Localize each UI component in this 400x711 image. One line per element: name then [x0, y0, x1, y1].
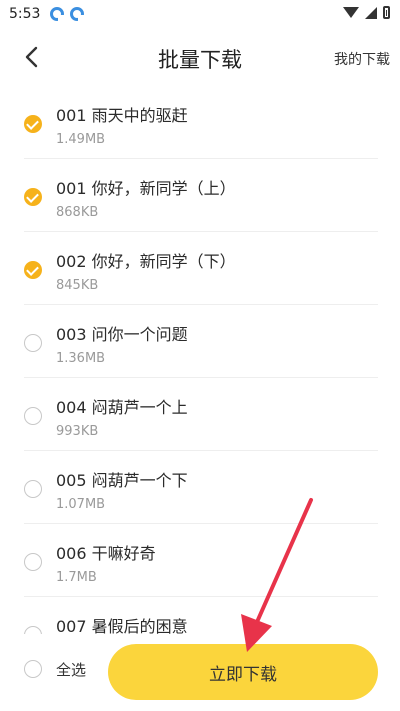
status-icons [343, 6, 390, 19]
unchecked-circle-icon[interactable] [24, 553, 42, 571]
list-item[interactable]: 002 你好，新同学（下） 845KB [24, 232, 378, 305]
unchecked-circle-icon[interactable] [24, 480, 42, 498]
episode-size: 1.36MB [56, 351, 106, 366]
episode-list[interactable]: 001 雨天中的驱赶 1.49MB 001 你好，新同学（上） 868KB 00… [0, 86, 400, 634]
episode-size: 845KB [56, 278, 99, 293]
list-item[interactable]: 003 问你一个问题 1.36MB [24, 305, 378, 378]
list-item[interactable]: 001 雨天中的驱赶 1.49MB [24, 86, 378, 159]
list-item[interactable]: 007 暑假后的困意 [24, 597, 378, 634]
bottom-action-bar: 全选 立即下载 [0, 634, 400, 711]
checked-circle-icon[interactable] [24, 115, 42, 133]
wifi-icon [343, 7, 359, 18]
select-all-checkbox[interactable] [24, 660, 42, 678]
list-item[interactable]: 005 闷葫芦一个下 1.07MB [24, 451, 378, 524]
episode-size: 1.07MB [56, 497, 106, 512]
my-downloads-link[interactable]: 我的下载 [334, 49, 390, 69]
unchecked-circle-icon[interactable] [24, 334, 42, 352]
download-now-button[interactable]: 立即下载 [108, 644, 378, 700]
signal-icon [365, 6, 377, 19]
episode-title: 003 问你一个问题 [56, 325, 188, 344]
episode-title: 005 闷葫芦一个下 [56, 471, 188, 490]
episode-size: 1.7MB [56, 570, 97, 585]
checked-circle-icon[interactable] [24, 188, 42, 206]
unchecked-circle-icon[interactable] [24, 626, 42, 634]
episode-title: 004 闷葫芦一个上 [56, 398, 188, 417]
status-time: 5:53 [9, 6, 41, 22]
unchecked-circle-icon[interactable] [24, 407, 42, 425]
select-all-label[interactable]: 全选 [56, 659, 86, 680]
episode-title: 007 暑假后的困意 [56, 617, 188, 634]
app-notification-icon [50, 7, 64, 21]
episode-title: 001 雨天中的驱赶 [56, 106, 188, 125]
list-item[interactable]: 004 闷葫芦一个上 993KB [24, 378, 378, 451]
episode-size: 868KB [56, 205, 99, 220]
app-notification-icon [70, 7, 84, 21]
episode-size: 993KB [56, 424, 99, 439]
header-bar: 批量下载 我的下载 [0, 30, 400, 86]
episode-size: 1.49MB [56, 132, 106, 147]
checked-circle-icon[interactable] [24, 261, 42, 279]
list-item[interactable]: 001 你好，新同学（上） 868KB [24, 159, 378, 232]
episode-title: 002 你好，新同学（下） [56, 252, 236, 271]
list-item[interactable]: 006 干嘛好奇 1.7MB [24, 524, 378, 597]
episode-title: 001 你好，新同学（上） [56, 179, 236, 198]
battery-icon [383, 6, 390, 19]
status-bar: 5:53 [0, 0, 400, 30]
episode-title: 006 干嘛好奇 [56, 544, 156, 563]
